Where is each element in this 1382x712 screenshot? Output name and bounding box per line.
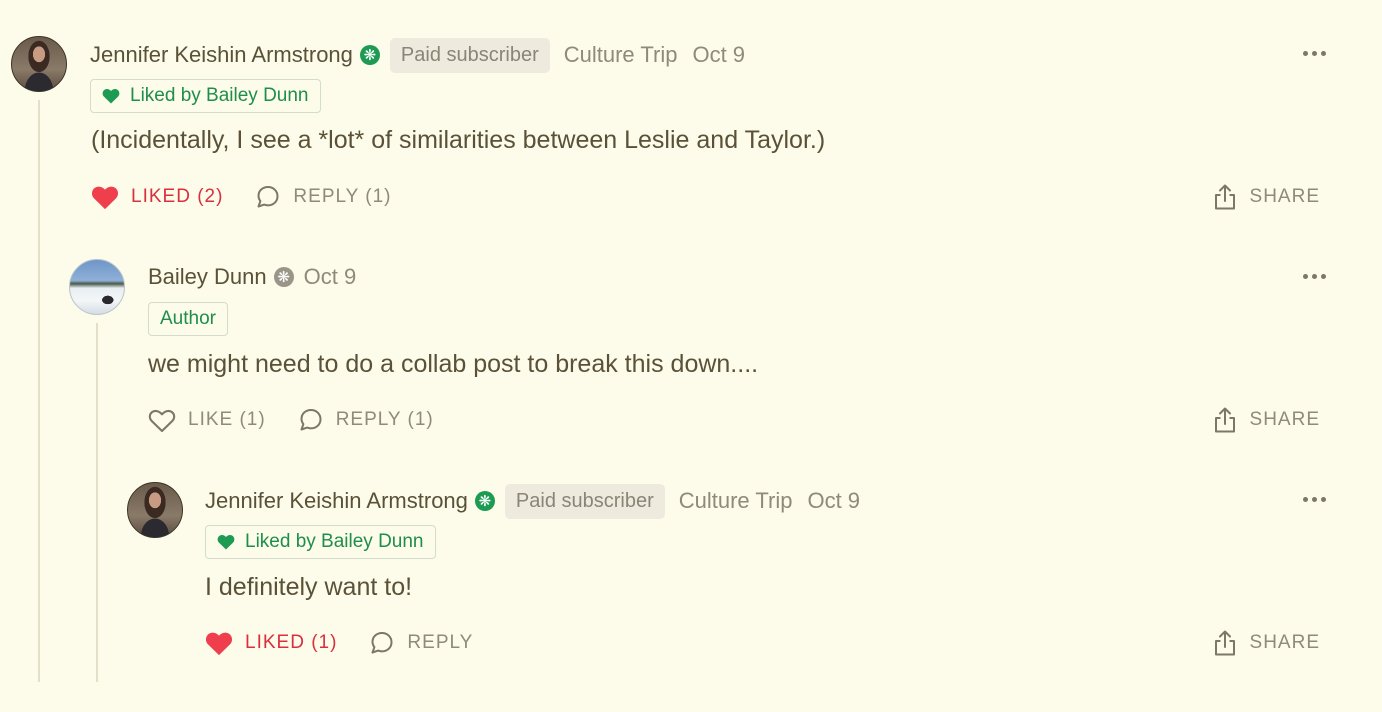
comment-header: Bailey Dunn ❋ Oct 9 <box>148 259 371 295</box>
more-options-icon[interactable] <box>1303 51 1326 56</box>
comment-date[interactable]: Oct 9 <box>304 264 357 290</box>
share-button[interactable]: SHARE <box>1212 182 1320 212</box>
reply-button[interactable]: REPLY (1) <box>255 184 391 210</box>
comment-date[interactable]: Oct 9 <box>692 42 745 68</box>
comment-actions: LIKE (1) REPLY (1) <box>148 405 466 435</box>
author-name[interactable]: Jennifer Keishin Armstrong <box>90 42 353 68</box>
author-tag: Author <box>148 302 228 336</box>
like-button[interactable]: LIKE (1) <box>148 408 266 433</box>
speech-bubble-icon <box>371 632 393 654</box>
more-options-icon[interactable] <box>1303 274 1326 279</box>
comment-date[interactable]: Oct 9 <box>807 488 860 514</box>
heart-outline-icon <box>148 409 176 432</box>
reply-button[interactable]: REPLY (1) <box>298 407 434 433</box>
subscriber-badge-icon: ❋ <box>359 45 380 65</box>
comment-body: we might need to do a collab post to bre… <box>148 350 759 378</box>
share-icon <box>1214 184 1235 210</box>
liked-by-label: Liked by Bailey Dunn <box>130 85 309 106</box>
comment-actions: LIKED (2) REPLY (1) <box>91 182 423 212</box>
comment-body: I definitely want to! <box>205 573 413 601</box>
comment-header: Jennifer Keishin Armstrong ❋ Paid subscr… <box>90 37 760 73</box>
publication-name[interactable]: Culture Trip <box>679 488 793 514</box>
heart-filled-icon <box>91 186 119 209</box>
share-button[interactable]: SHARE <box>1212 628 1320 658</box>
green-heart-icon <box>217 534 235 550</box>
speech-bubble-icon <box>257 186 279 208</box>
subscriber-badge-icon: ❋ <box>474 491 495 511</box>
like-button[interactable]: LIKED (1) <box>205 631 337 656</box>
paid-subscriber-badge: Paid subscriber <box>504 483 665 519</box>
share-icon <box>1214 407 1235 433</box>
thread-line-level-1 <box>38 100 40 682</box>
liked-by-author-tag: Liked by Bailey Dunn <box>90 79 321 113</box>
comment-header: Jennifer Keishin Armstrong ❋ Paid subscr… <box>205 483 875 519</box>
liked-by-author-tag: Liked by Bailey Dunn <box>205 525 436 559</box>
avatar[interactable] <box>127 482 183 538</box>
paid-subscriber-badge: Paid subscriber <box>389 37 550 73</box>
heart-filled-icon <box>205 632 233 655</box>
green-heart-icon <box>102 88 120 104</box>
author-badge-icon: ❋ <box>273 267 294 287</box>
thread-line-level-2 <box>96 323 98 682</box>
comment-actions: LIKED (1) REPLY <box>205 628 505 658</box>
author-name[interactable]: Bailey Dunn <box>148 264 267 290</box>
share-button[interactable]: SHARE <box>1212 405 1320 435</box>
author-name[interactable]: Jennifer Keishin Armstrong <box>205 488 468 514</box>
avatar[interactable] <box>69 259 125 315</box>
publication-name[interactable]: Culture Trip <box>564 42 678 68</box>
speech-bubble-icon <box>300 409 322 431</box>
like-button[interactable]: LIKED (2) <box>91 185 223 210</box>
share-icon <box>1214 630 1235 656</box>
more-options-icon[interactable] <box>1303 497 1326 502</box>
avatar[interactable] <box>11 36 67 92</box>
liked-by-label: Liked by Bailey Dunn <box>245 531 424 552</box>
reply-button[interactable]: REPLY <box>369 630 473 656</box>
comment-body: (Incidentally, I see a *lot* of similari… <box>91 126 826 154</box>
